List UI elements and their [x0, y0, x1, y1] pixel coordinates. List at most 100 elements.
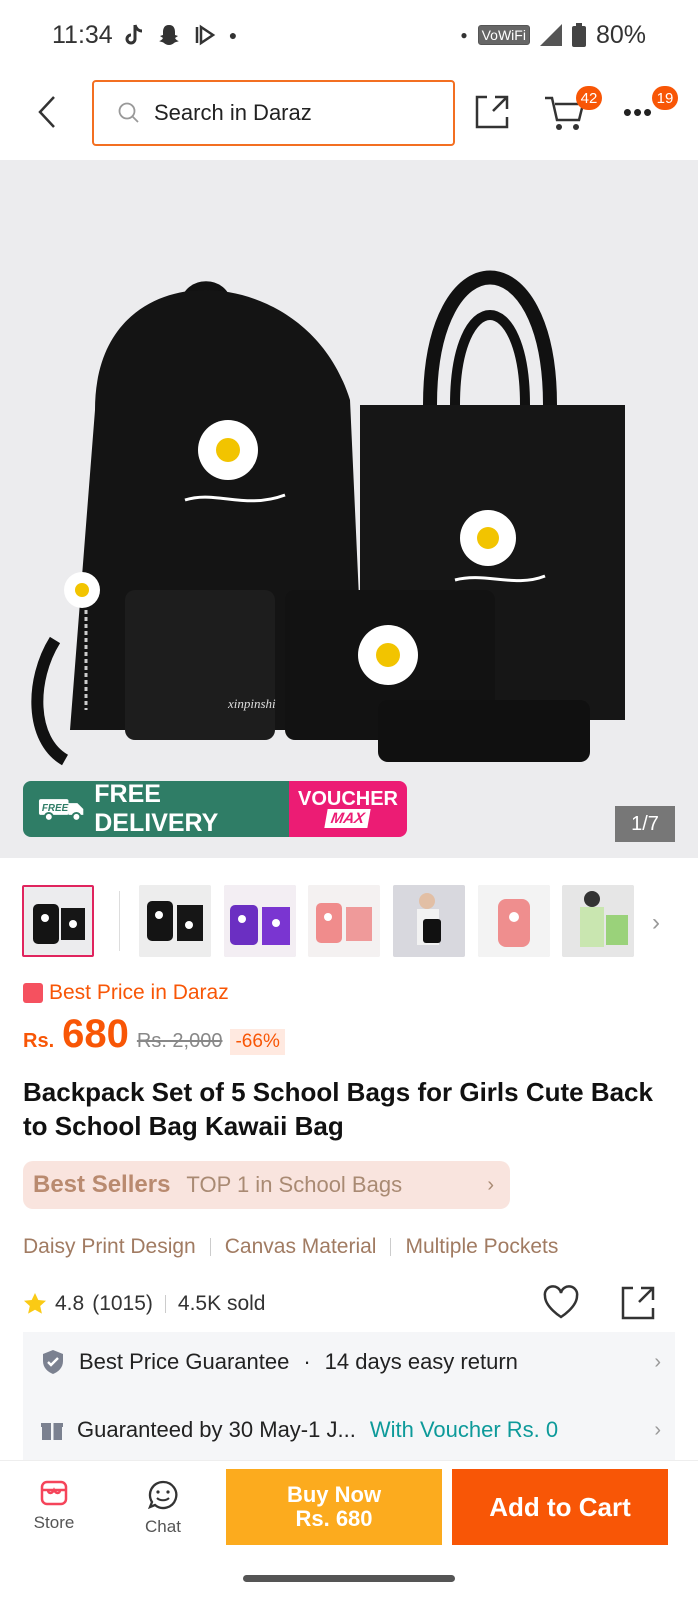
- delivery-guarantee-text: Guaranteed by 30 May-1 J...: [77, 1417, 356, 1442]
- thumbnail-7[interactable]: [562, 885, 634, 957]
- search-icon: [118, 102, 139, 123]
- price-amount: 680: [62, 1012, 129, 1056]
- thumbnail-image: [25, 888, 91, 954]
- chat-button[interactable]: Chat: [128, 1479, 198, 1537]
- chat-icon: [147, 1480, 178, 1510]
- feature-tag: Daisy Print Design: [23, 1235, 196, 1258]
- chevron-right-icon: ›: [487, 1173, 494, 1196]
- delivery-row[interactable]: Guaranteed by 30 May-1 J... With Voucher…: [41, 1410, 661, 1450]
- search-placeholder: Search in Daraz: [154, 100, 312, 125]
- max-label: MAX: [324, 809, 372, 828]
- rating-score[interactable]: 4.8: [55, 1292, 84, 1316]
- chevron-left-icon: [38, 96, 55, 128]
- free-tag: FREE: [42, 803, 69, 814]
- rating-row: 4.8 (1015) 4.5K sold: [23, 1284, 673, 1324]
- feature-tag: Canvas Material: [224, 1235, 377, 1258]
- dot-icon: ●: [228, 27, 238, 43]
- product-page: 11:34 ● ● VoWiFi 80% Search in Daraz 42 …: [0, 0, 698, 1600]
- store-button[interactable]: Store: [19, 1479, 89, 1533]
- thumbnail-strip: ›: [22, 885, 682, 959]
- thumbnail-4[interactable]: [308, 885, 380, 957]
- back-button[interactable]: [32, 92, 62, 132]
- buy-now-price: Rs. 680: [295, 1506, 373, 1531]
- wishlist-button[interactable]: [542, 1284, 580, 1326]
- separator-dot: ·: [303, 1349, 311, 1374]
- voucher-label: VOUCHER: [297, 788, 398, 810]
- bag-print-text: xinpinshi: [227, 696, 276, 711]
- add-to-cart-label: Add to Cart: [489, 1491, 631, 1522]
- star-icon: [24, 1293, 46, 1314]
- tiktok-icon: [125, 24, 142, 45]
- menu-count-badge: 19: [652, 86, 678, 110]
- discount-badge: -66%: [230, 1029, 285, 1055]
- voucher-max-badge: VOUCHER MAX: [289, 781, 407, 837]
- feature-tags: Daisy Print Design Canvas Material Multi…: [23, 1235, 558, 1259]
- chevron-right-icon: ›: [654, 1350, 661, 1373]
- signal-icon: [539, 24, 562, 46]
- buy-now-button[interactable]: Buy Now Rs. 680: [226, 1469, 442, 1545]
- snapchat-icon: [158, 25, 179, 45]
- feature-tag: Multiple Pockets: [405, 1235, 559, 1258]
- thumbnail-3[interactable]: [224, 885, 296, 957]
- store-label: Store: [33, 1513, 75, 1532]
- best-price-label: Best Price in Daraz: [49, 981, 229, 1004]
- share-button[interactable]: [619, 1284, 657, 1328]
- cart-button[interactable]: 42: [540, 86, 602, 136]
- store-icon: [40, 1480, 68, 1506]
- share-button[interactable]: [468, 88, 516, 136]
- voucher-text: With Voucher Rs. 0: [369, 1417, 559, 1442]
- thumbnail-divider: [119, 891, 120, 951]
- best-sellers-label: Best Sellers: [33, 1171, 171, 1198]
- return-policy-text: 14 days easy return: [324, 1349, 518, 1374]
- thumbnail-1[interactable]: [22, 885, 94, 957]
- best-sellers-banner[interactable]: Best Sellers TOP 1 in School Bags ›: [23, 1161, 510, 1209]
- gift-icon: [41, 1423, 63, 1440]
- product-image-carousel[interactable]: xinpinshi FREE FREE DELIVERY VOUCHER MAX…: [0, 160, 698, 858]
- battery-icon: [571, 23, 586, 47]
- promo-banner: FREE FREE DELIVERY VOUCHER MAX: [23, 781, 407, 837]
- notification-icons: ●: [123, 23, 237, 47]
- product-title: Backpack Set of 5 School Bags for Girls …: [23, 1077, 653, 1141]
- buy-now-label: Buy Now: [286, 1482, 382, 1507]
- divider: [209, 1238, 211, 1256]
- cart-count-badge: 42: [576, 86, 602, 110]
- guarantee-text: Best Price Guarantee: [79, 1349, 290, 1374]
- media-icon: [195, 24, 215, 46]
- thumbnail-6[interactable]: [478, 885, 550, 957]
- product-image: xinpinshi: [31, 270, 625, 766]
- bottom-action-bar: Store Chat Buy Now Rs. 680 Add to Cart: [0, 1460, 698, 1560]
- rating-count[interactable]: (1015): [92, 1292, 153, 1316]
- free-delivery-badge: FREE FREE DELIVERY: [23, 781, 289, 837]
- thumbnail-2[interactable]: [139, 885, 211, 957]
- thumbnail-image: [308, 885, 380, 957]
- thumbnail-image: [139, 885, 211, 957]
- original-price: Rs. 2,000: [136, 1030, 223, 1052]
- battery-percent: 80%: [595, 20, 646, 49]
- dot-icon: ●: [460, 28, 468, 42]
- chat-label: Chat: [145, 1517, 181, 1536]
- chevron-right-icon: ›: [654, 1418, 661, 1441]
- heart-icon: [543, 1285, 579, 1319]
- image-counter: 1/7: [615, 806, 675, 842]
- service-info-box: Best Price Guarantee · 14 days easy retu…: [23, 1332, 675, 1460]
- thumbnail-image: [478, 885, 550, 957]
- status-bar: 11:34 ● ● VoWiFi 80%: [0, 0, 698, 70]
- free-delivery-label: FREE DELIVERY: [94, 781, 219, 837]
- best-sellers-rank: TOP 1 in School Bags: [186, 1172, 403, 1197]
- thumbnail-5[interactable]: [393, 885, 465, 957]
- price-currency: Rs.: [23, 1030, 55, 1052]
- best-price-badge: Best Price in Daraz: [23, 981, 229, 1005]
- chevron-right-icon[interactable]: ›: [652, 909, 660, 937]
- top-header: Search in Daraz 42 ••• 19: [0, 76, 698, 148]
- divider: [390, 1238, 392, 1256]
- divider: [164, 1295, 166, 1313]
- add-to-cart-button[interactable]: Add to Cart: [452, 1469, 668, 1545]
- gesture-home-bar[interactable]: [243, 1575, 455, 1582]
- thumbnail-image: [562, 885, 634, 957]
- more-menu-button[interactable]: ••• 19: [614, 86, 678, 136]
- thumbnail-image: [393, 885, 465, 957]
- share-icon: [475, 95, 509, 129]
- guarantee-row[interactable]: Best Price Guarantee · 14 days easy retu…: [41, 1342, 661, 1382]
- search-input[interactable]: Search in Daraz: [92, 80, 455, 146]
- status-right: ● VoWiFi 80%: [460, 21, 646, 50]
